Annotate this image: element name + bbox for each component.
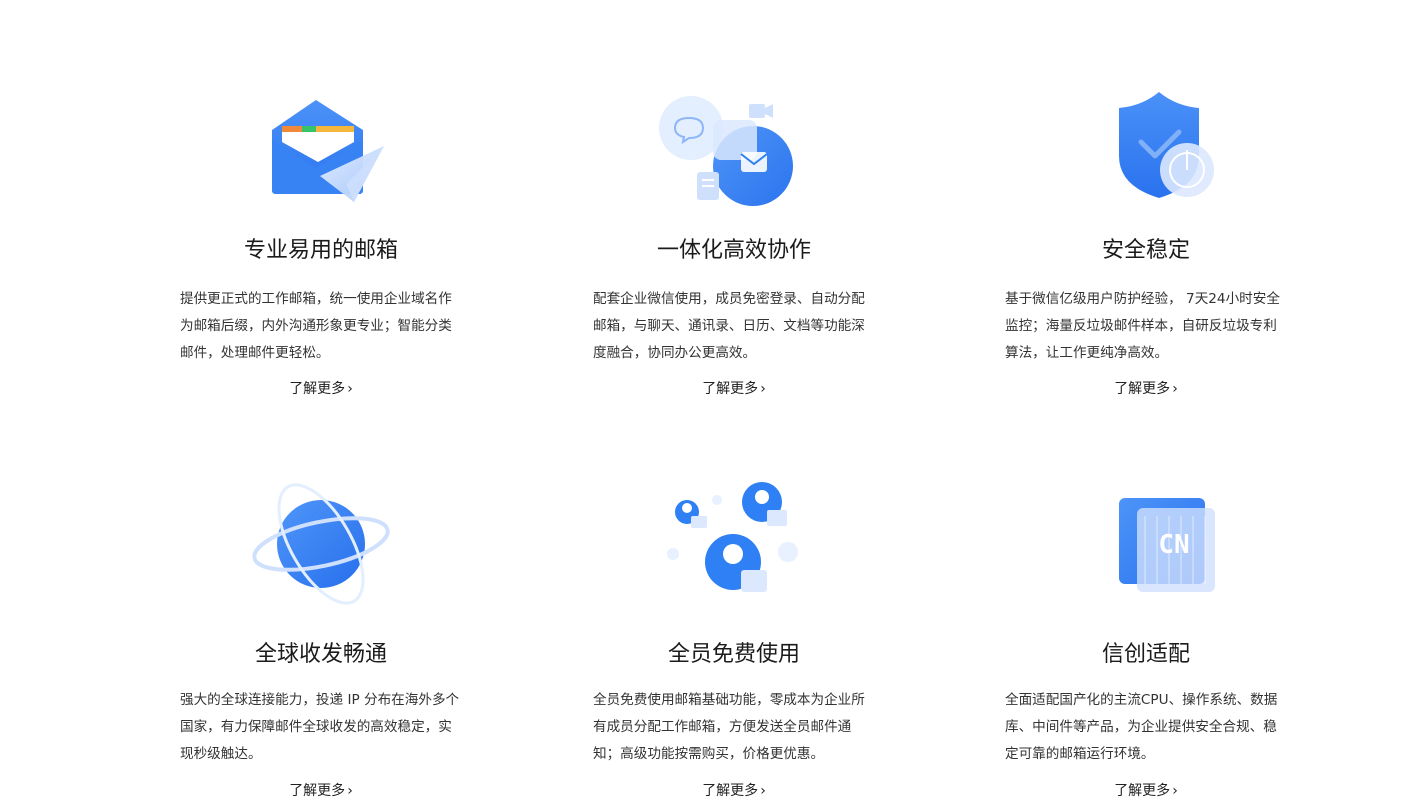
feature-description: 配套企业微信使用，成员免密登录、自动分配邮箱，与聊天、通讯录、日历、文档等功能深…: [593, 291, 865, 361]
learn-more-link[interactable]: 了解更多 ›: [176, 781, 466, 801]
learn-more-link[interactable]: 了解更多 ›: [1001, 781, 1291, 801]
feature-title: 信创适配: [1101, 642, 1190, 667]
learn-more-label: 了解更多: [289, 783, 346, 799]
feature-description: 强大的全球连接能力，投递 IP 分布在海外多个国家，有力保障邮件全球收发的高效稳…: [180, 692, 460, 762]
feature-grid: 专业易用的邮箱 提供更正式的工作邮箱，统一使用企业域名作为邮箱后缀，内外沟通形象…: [0, 0, 1410, 810]
collaboration-icon: [649, 90, 819, 230]
feature-title: 安全稳定: [1101, 238, 1190, 263]
learn-more-label: 了解更多: [289, 381, 346, 397]
feature-description: 基于微信亿级用户防护经验， 7天24小时安全监控；海量反垃圾邮件样本，自研反垃圾…: [1005, 291, 1280, 361]
feature-title: 全球收发畅通: [254, 642, 387, 667]
learn-more-label: 了解更多: [702, 783, 759, 799]
feature-description: 全员免费使用邮箱基础功能，零成本为企业所有成员分配工作邮箱，方便发送全员邮件通知…: [593, 692, 865, 762]
learn-more-label: 了解更多: [1114, 783, 1171, 799]
feature-title: 一体化高效协作: [656, 238, 811, 263]
shield-icon: [1061, 90, 1231, 230]
feature-title: 全员免费使用: [667, 642, 800, 667]
learn-more-label: 了解更多: [1114, 381, 1171, 397]
chevron-right-icon: ›: [760, 381, 766, 397]
chevron-right-icon: ›: [347, 381, 353, 397]
cn-chip-icon: CN: [1061, 470, 1231, 610]
cn-label: CN: [1158, 530, 1190, 560]
chevron-right-icon: ›: [1172, 783, 1178, 799]
chevron-right-icon: ›: [347, 783, 353, 799]
members-icon: [649, 470, 819, 610]
feature-description: 全面适配国产化的主流CPU、操作系统、数据库、中间件等产品，为企业提供安全合规、…: [1005, 692, 1278, 762]
feature-title: 专业易用的邮箱: [243, 238, 398, 263]
learn-more-link[interactable]: 了解更多 ›: [589, 781, 879, 801]
learn-more-label: 了解更多: [702, 381, 759, 397]
globe-orbit-icon: [236, 470, 406, 610]
learn-more-link[interactable]: 了解更多 ›: [589, 379, 879, 399]
chevron-right-icon: ›: [1172, 381, 1178, 397]
learn-more-link[interactable]: 了解更多 ›: [176, 379, 466, 399]
feature-description: 提供更正式的工作邮箱，统一使用企业域名作为邮箱后缀，内外沟通形象更专业；智能分类…: [180, 291, 452, 361]
envelope-plane-icon: [236, 90, 406, 230]
chevron-right-icon: ›: [760, 783, 766, 799]
learn-more-link[interactable]: 了解更多 ›: [1001, 379, 1291, 399]
